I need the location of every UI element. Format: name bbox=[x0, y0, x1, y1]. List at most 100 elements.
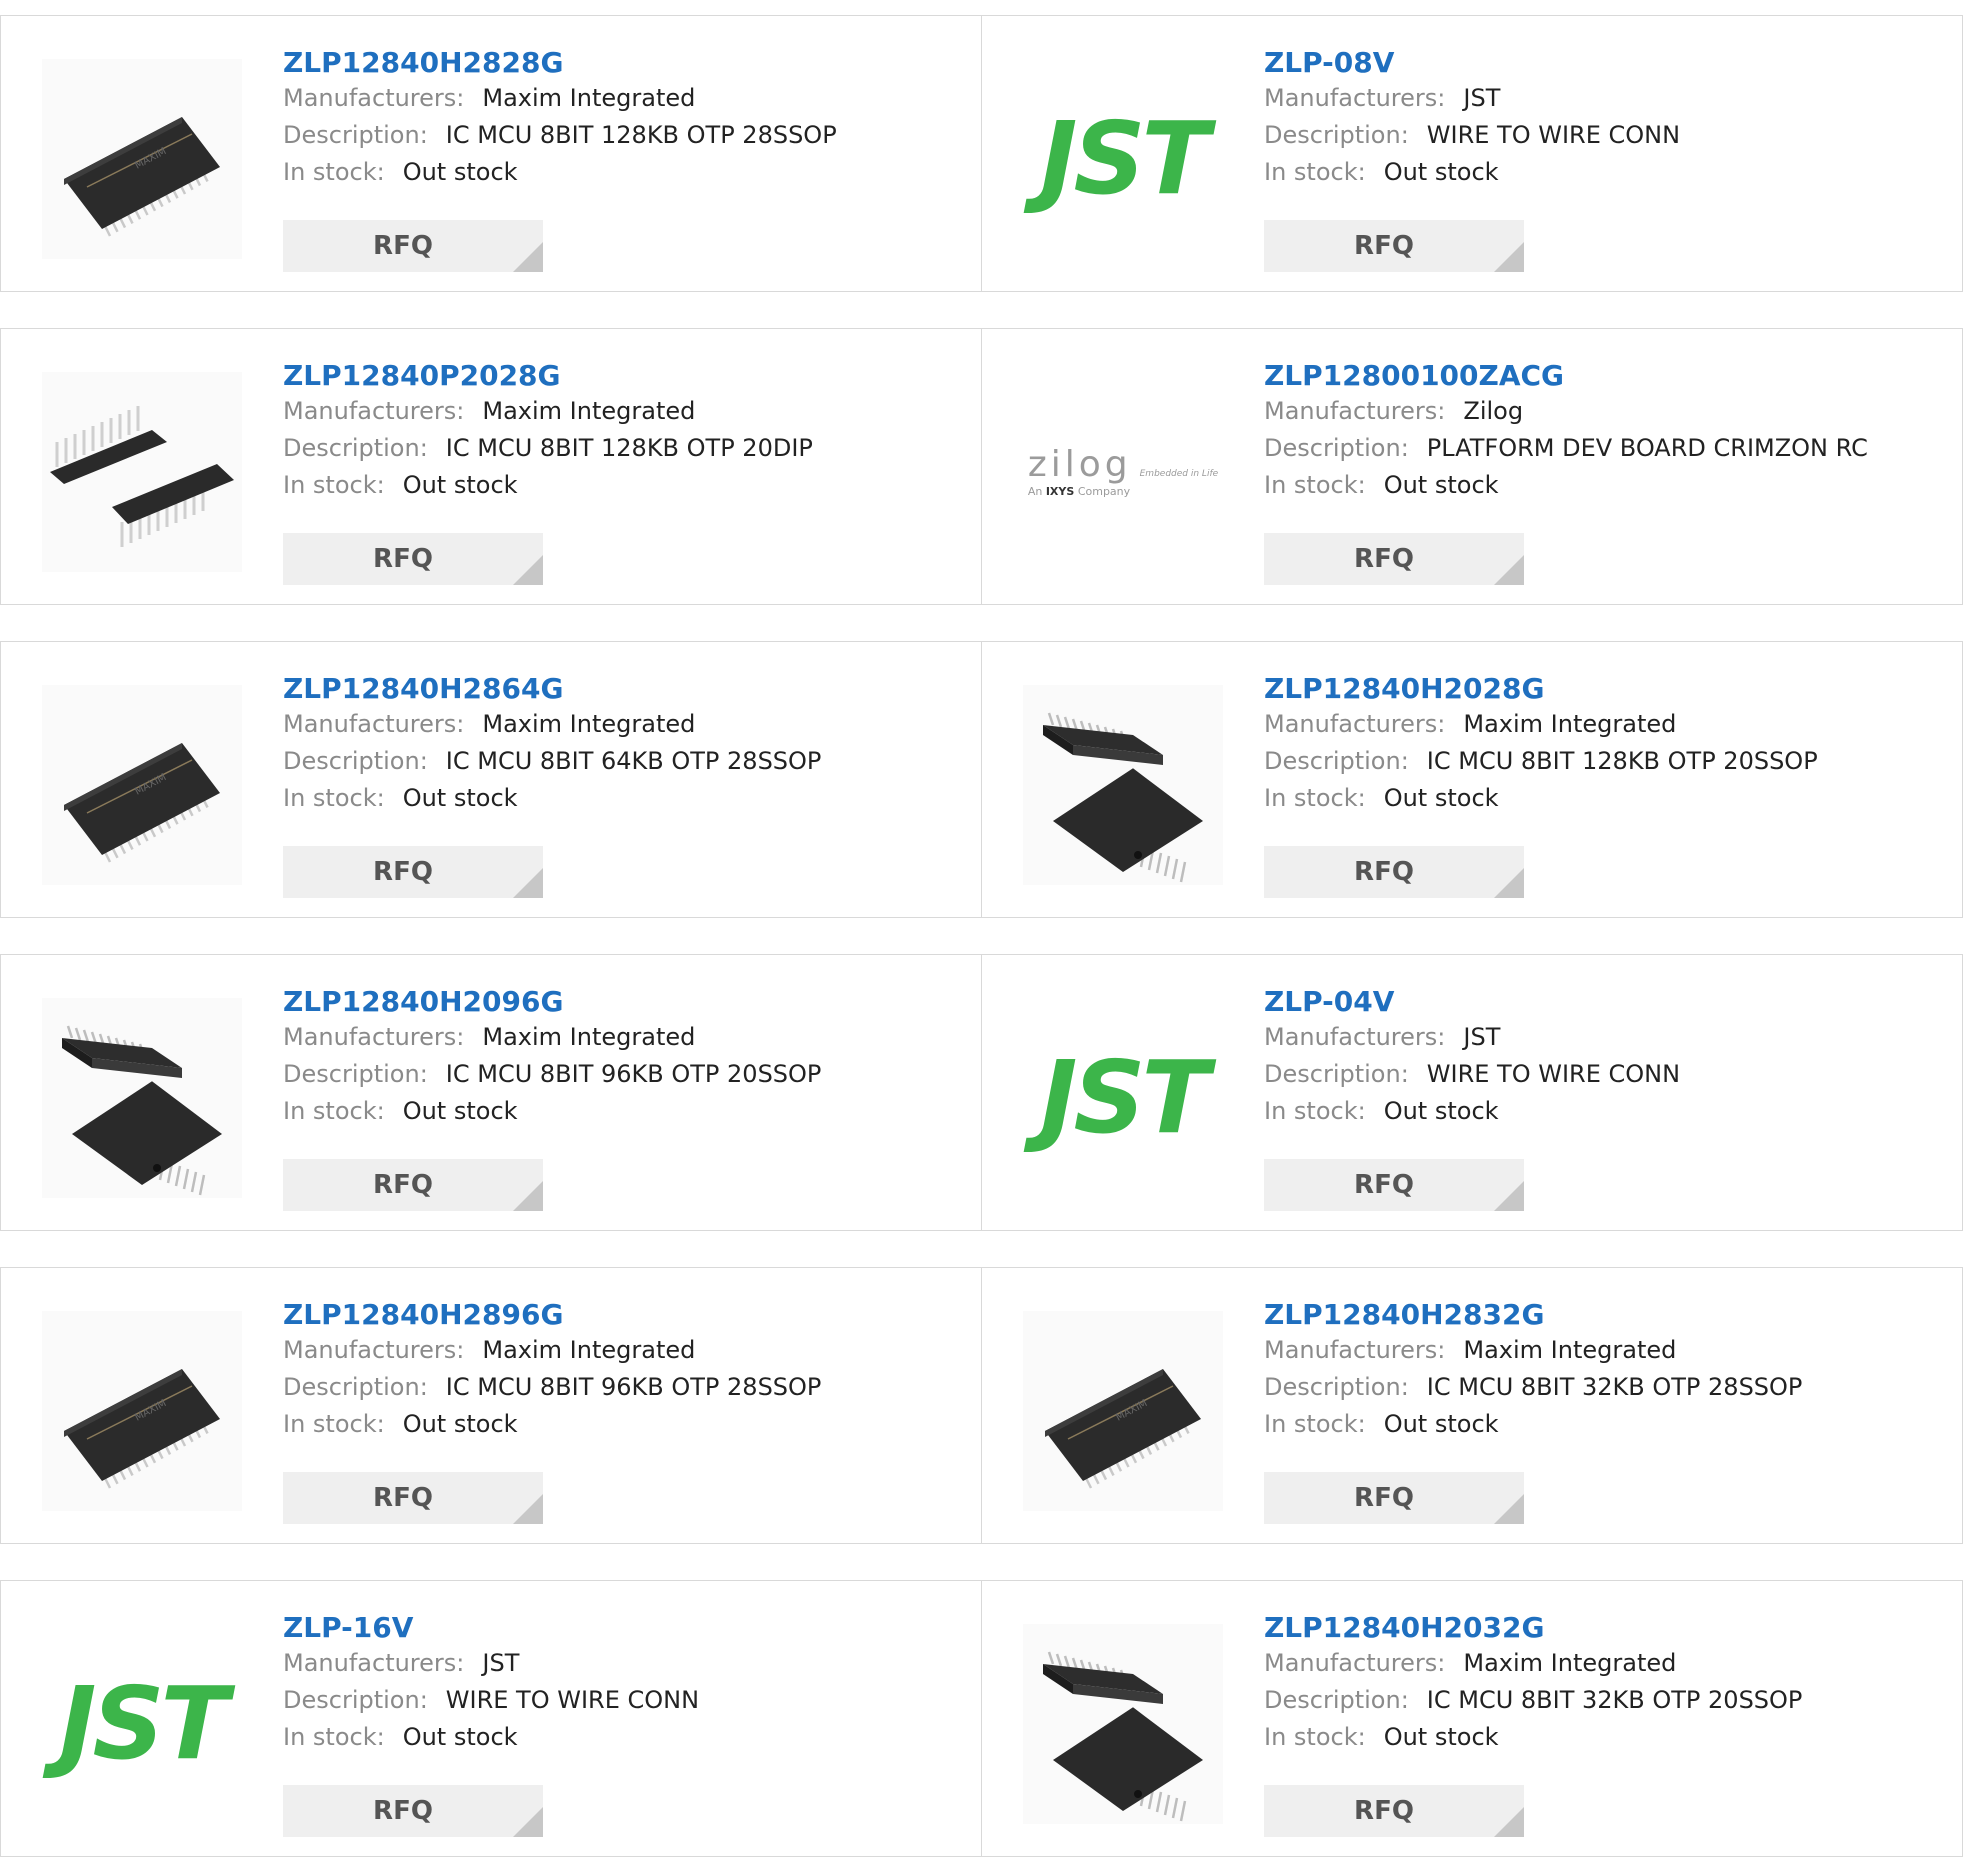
description-value: WIRE TO WIRE CONN bbox=[1426, 1060, 1681, 1088]
stock-line: In stock: Out stock bbox=[1264, 1406, 1802, 1443]
description-line: Description: PLATFORM DEV BOARD CRIMZON R… bbox=[1264, 430, 1868, 467]
product-image[interactable]: MAXIM bbox=[1023, 1311, 1223, 1511]
product-image[interactable] bbox=[1023, 1624, 1223, 1824]
stock-value: Out stock bbox=[1383, 1410, 1499, 1438]
rfq-button[interactable]: RFQ bbox=[283, 1472, 543, 1524]
product-card: ZLP12840H2096G Manufacturers: Maxim Integ… bbox=[1, 955, 981, 1230]
corner-triangle-icon bbox=[1494, 555, 1524, 585]
rfq-label: RFQ bbox=[373, 544, 433, 574]
stock-value: Out stock bbox=[402, 1410, 518, 1438]
product-image[interactable]: zilog Embedded in Life An IXYS Company bbox=[1023, 372, 1223, 572]
part-number-link[interactable]: ZLP-16V bbox=[283, 1611, 699, 1645]
part-number-link[interactable]: ZLP-04V bbox=[1264, 985, 1680, 1019]
description-label: Description: bbox=[283, 1373, 428, 1401]
product-card: MAXIM ZLP12840H2828G Manufacturers: Maxim… bbox=[1, 16, 981, 291]
description-label: Description: bbox=[1264, 121, 1409, 149]
product-info: ZLP12840P2028G Manufacturers: Maxim Integ… bbox=[283, 359, 813, 504]
zilog-sub-brand: IXYS bbox=[1045, 484, 1075, 498]
manufacturer-line: Manufacturers: Maxim Integrated bbox=[1264, 1645, 1802, 1682]
product-image[interactable] bbox=[42, 372, 242, 572]
product-card: JST ZLP-16V Manufacturers: JST Descriptio… bbox=[1, 1581, 981, 1856]
manufacturer-value: Maxim Integrated bbox=[482, 397, 696, 425]
corner-triangle-icon bbox=[513, 555, 543, 585]
rfq-label: RFQ bbox=[1354, 1796, 1414, 1826]
part-number-link[interactable]: ZLP12840H2828G bbox=[283, 46, 837, 80]
product-image[interactable]: MAXIM bbox=[42, 59, 242, 259]
product-card: zilog Embedded in Life An IXYS Company ZL… bbox=[981, 329, 1963, 604]
product-image[interactable]: MAXIM bbox=[42, 685, 242, 885]
product-info: ZLP-08V Manufacturers: JST Description: WI… bbox=[1264, 46, 1680, 191]
manufacturer-label: Manufacturers: bbox=[283, 397, 465, 425]
corner-triangle-icon bbox=[1494, 1181, 1524, 1211]
description-label: Description: bbox=[283, 1060, 428, 1088]
rfq-button[interactable]: RFQ bbox=[283, 220, 543, 272]
rfq-button[interactable]: RFQ bbox=[1264, 1785, 1524, 1837]
manufacturer-value: Maxim Integrated bbox=[1463, 1336, 1677, 1364]
description-value: IC MCU 8BIT 128KB OTP 28SSOP bbox=[445, 121, 837, 149]
zilog-logo: zilog Embedded in Life An IXYS Company bbox=[1028, 446, 1218, 498]
rfq-label: RFQ bbox=[1354, 857, 1414, 887]
description-line: Description: IC MCU 8BIT 128KB OTP 20SSOP bbox=[1264, 743, 1818, 780]
manufacturer-value: Maxim Integrated bbox=[1463, 1649, 1677, 1677]
product-row: ZLP12840P2028G Manufacturers: Maxim Integ… bbox=[0, 328, 1963, 605]
stock-line: In stock: Out stock bbox=[283, 780, 821, 817]
part-number-link[interactable]: ZLP12840P2028G bbox=[283, 359, 813, 393]
description-label: Description: bbox=[283, 121, 428, 149]
description-value: IC MCU 8BIT 96KB OTP 20SSOP bbox=[445, 1060, 822, 1088]
product-image[interactable]: JST bbox=[42, 1624, 242, 1824]
product-image[interactable]: JST bbox=[1023, 998, 1223, 1198]
part-number-link[interactable]: ZLP12840H2028G bbox=[1264, 672, 1818, 706]
part-number-link[interactable]: ZLP12840H2096G bbox=[283, 985, 821, 1019]
part-number-link[interactable]: ZLP12840H2032G bbox=[1264, 1611, 1802, 1645]
rfq-button[interactable]: RFQ bbox=[283, 846, 543, 898]
rfq-button[interactable]: RFQ bbox=[283, 1159, 543, 1211]
description-label: Description: bbox=[1264, 747, 1409, 775]
stock-value: Out stock bbox=[1383, 784, 1499, 812]
rfq-label: RFQ bbox=[373, 1796, 433, 1826]
rfq-button[interactable]: RFQ bbox=[1264, 846, 1524, 898]
stock-label: In stock: bbox=[1264, 1097, 1366, 1125]
rfq-button[interactable]: RFQ bbox=[283, 1785, 543, 1837]
description-line: Description: WIRE TO WIRE CONN bbox=[283, 1682, 699, 1719]
manufacturer-label: Manufacturers: bbox=[283, 1023, 465, 1051]
manufacturer-label: Manufacturers: bbox=[283, 84, 465, 112]
rfq-button[interactable]: RFQ bbox=[1264, 1159, 1524, 1211]
ssop20-chip-icon bbox=[62, 1025, 222, 1196]
part-number-link[interactable]: ZLP12800100ZACG bbox=[1264, 359, 1868, 393]
zilog-sub-suffix: Company bbox=[1077, 484, 1131, 498]
description-value: IC MCU 8BIT 128KB OTP 20SSOP bbox=[1426, 747, 1818, 775]
manufacturer-value: JST bbox=[1463, 1023, 1501, 1051]
product-image[interactable]: JST bbox=[1023, 59, 1223, 259]
rfq-label: RFQ bbox=[1354, 1170, 1414, 1200]
description-label: Description: bbox=[283, 747, 428, 775]
rfq-button[interactable]: RFQ bbox=[1264, 533, 1524, 585]
description-label: Description: bbox=[1264, 1686, 1409, 1714]
rfq-label: RFQ bbox=[373, 1483, 433, 1513]
product-info: ZLP12800100ZACG Manufacturers: Zilog Desc… bbox=[1264, 359, 1868, 504]
stock-label: In stock: bbox=[1264, 1723, 1366, 1751]
jst-logo: JST bbox=[59, 1665, 228, 1782]
product-card: ZLP12840H2032G Manufacturers: Maxim Integ… bbox=[981, 1581, 1963, 1856]
stock-value: Out stock bbox=[402, 471, 518, 499]
manufacturer-label: Manufacturers: bbox=[283, 1336, 465, 1364]
part-number-link[interactable]: ZLP12840H2832G bbox=[1264, 1298, 1802, 1332]
description-label: Description: bbox=[1264, 1373, 1409, 1401]
rfq-button[interactable]: RFQ bbox=[1264, 220, 1524, 272]
corner-triangle-icon bbox=[513, 868, 543, 898]
manufacturer-line: Manufacturers: Maxim Integrated bbox=[283, 1332, 821, 1369]
corner-triangle-icon bbox=[1494, 1807, 1524, 1837]
stock-label: In stock: bbox=[1264, 471, 1366, 499]
product-image[interactable] bbox=[1023, 685, 1223, 885]
product-info: ZLP12840H2896G Manufacturers: Maxim Integ… bbox=[283, 1298, 821, 1443]
part-number-link[interactable]: ZLP-08V bbox=[1264, 46, 1680, 80]
part-number-link[interactable]: ZLP12840H2896G bbox=[283, 1298, 821, 1332]
manufacturer-label: Manufacturers: bbox=[1264, 1023, 1446, 1051]
rfq-button[interactable]: RFQ bbox=[1264, 1472, 1524, 1524]
zilog-subline: An IXYS Company bbox=[1028, 485, 1130, 498]
corner-triangle-icon bbox=[1494, 242, 1524, 272]
product-image[interactable]: MAXIM bbox=[42, 1311, 242, 1511]
product-row: ZLP12840H2096G Manufacturers: Maxim Integ… bbox=[0, 954, 1963, 1231]
product-image[interactable] bbox=[42, 998, 242, 1198]
part-number-link[interactable]: ZLP12840H2864G bbox=[283, 672, 821, 706]
rfq-button[interactable]: RFQ bbox=[283, 533, 543, 585]
